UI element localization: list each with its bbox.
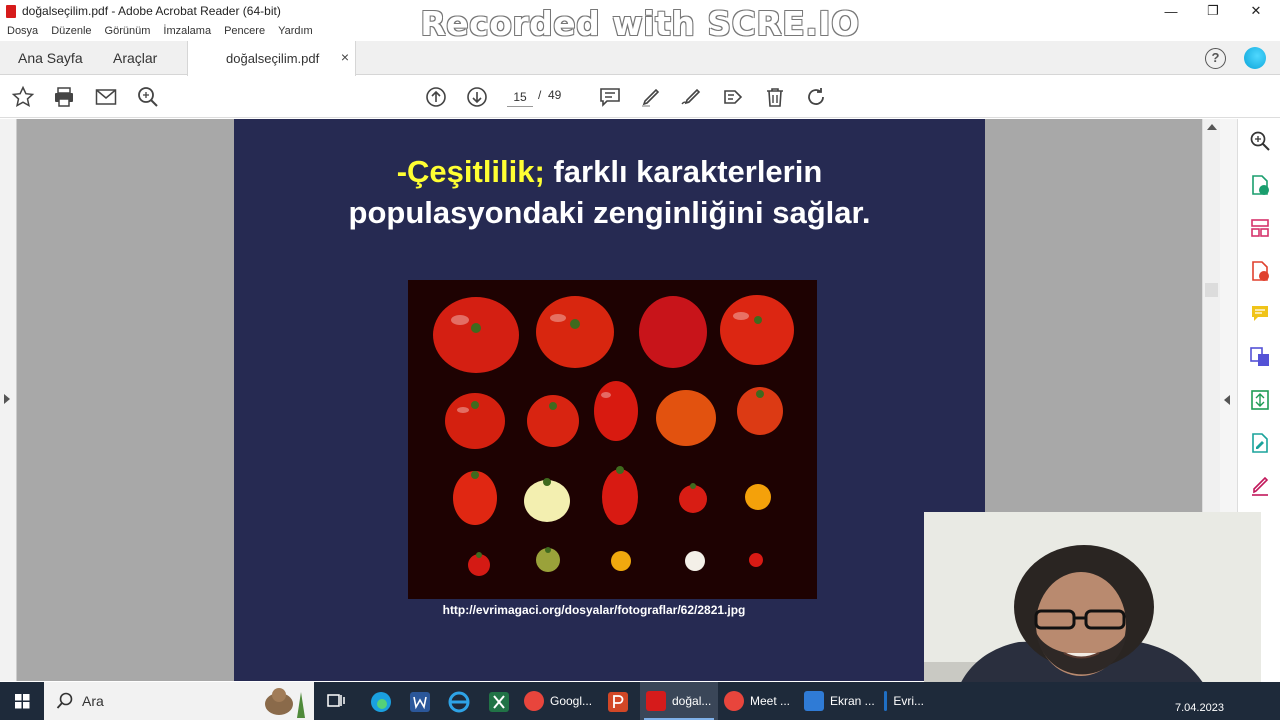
account-avatar[interactable] — [1244, 47, 1266, 69]
search-icon — [56, 692, 73, 709]
highlight-pen-icon[interactable] — [639, 85, 663, 109]
tab-document[interactable]: doğalseçilim.pdf × — [187, 41, 356, 76]
word-app-icon[interactable] — [409, 691, 431, 713]
pdf-page-slide: -Çeşitlilik; farklı karakterlerin popula… — [234, 119, 985, 681]
slide-title-highlight: -Çeşitlilik; — [396, 154, 545, 189]
stamp-icon[interactable] — [721, 85, 745, 109]
windows-taskbar: Ara Googl... doğal... Meet ... Ekran ...… — [0, 682, 1280, 720]
taskbar-search-label: Ara — [82, 693, 104, 709]
taskbar-app-acrobat[interactable]: doğal... — [640, 682, 718, 720]
export-pdf-icon[interactable] — [1249, 174, 1271, 196]
taskbar-app-evrim[interactable]: Evri... — [884, 682, 924, 720]
toolbar: 15 / 49 — [0, 76, 1280, 118]
rotate-icon[interactable] — [804, 85, 828, 109]
close-window-button[interactable]: ✕ — [1236, 0, 1276, 22]
tab-tools[interactable]: Araçlar — [113, 41, 157, 75]
internet-explorer-icon[interactable] — [448, 691, 470, 713]
zoom-icon[interactable] — [1249, 130, 1271, 152]
menu-yardim[interactable]: Yardım — [278, 25, 313, 37]
task-view-icon[interactable] — [326, 691, 346, 711]
taskbar-search[interactable]: Ara — [44, 682, 314, 720]
email-icon[interactable] — [94, 85, 118, 109]
page-number-input[interactable]: 15 — [507, 87, 533, 107]
menu-dosya[interactable]: Dosya — [7, 25, 38, 37]
taskbar-app-ekran[interactable]: Ekran ... — [804, 682, 878, 720]
document-tab-label: doğalseçilim.pdf — [226, 51, 320, 66]
windows-start-icon[interactable] — [0, 682, 44, 720]
tomato-varieties-photo — [408, 280, 817, 599]
scrollbar-thumb[interactable] — [1205, 283, 1218, 297]
expand-left-panel-icon[interactable] — [4, 394, 10, 404]
powerpoint-app-icon[interactable] — [607, 691, 629, 713]
taskbar-app-meet[interactable]: Meet ... — [724, 682, 798, 720]
image-source-caption[interactable]: http://evrimagaci.org/dosyalar/fotografl… — [234, 603, 954, 617]
organize-pages-icon[interactable] — [1249, 217, 1271, 239]
excel-app-icon[interactable] — [488, 691, 510, 713]
slide-title-line1: farklı karakterlerin — [544, 154, 823, 189]
comment-tool-icon[interactable] — [1249, 303, 1271, 325]
acrobat-icon — [646, 691, 666, 711]
page-total: 49 — [548, 88, 562, 102]
taskbar-app-chrome-google[interactable]: Googl... — [524, 682, 606, 720]
menu-gorunum[interactable]: Görünüm — [105, 25, 151, 37]
slide-title-line2: populasyondaki zenginliğini sağlar. — [348, 195, 871, 230]
combine-files-icon[interactable] — [1249, 346, 1271, 368]
image-viewer-icon — [884, 691, 888, 711]
menu-duzenle[interactable]: Düzenle — [51, 25, 91, 37]
help-button[interactable]: ? — [1205, 48, 1226, 69]
menu-bar: Dosya Düzenle Görünüm İmzalama Pencere Y… — [0, 22, 319, 40]
close-tab-button[interactable]: × — [341, 49, 349, 65]
search-highlight-illustration — [265, 688, 305, 718]
menu-imzalama[interactable]: İmzalama — [163, 25, 211, 37]
search-icon[interactable] — [136, 85, 160, 109]
next-page-icon[interactable] — [465, 85, 489, 109]
sign-icon[interactable] — [680, 85, 704, 109]
taskbar-app-label: Ekran ... — [830, 694, 875, 708]
delete-icon[interactable] — [763, 85, 787, 109]
create-pdf-icon[interactable] — [1249, 260, 1271, 282]
screen-recorder-icon — [804, 691, 824, 711]
print-icon[interactable] — [52, 85, 76, 109]
minimize-button[interactable]: — — [1151, 0, 1191, 22]
taskbar-app-label: Evri... — [893, 694, 924, 708]
comment-icon[interactable] — [598, 85, 622, 109]
tab-home[interactable]: Ana Sayfa — [18, 41, 83, 75]
taskbar-app-label: Meet ... — [750, 694, 791, 708]
scroll-up-icon[interactable] — [1207, 124, 1217, 130]
tab-row: Ana Sayfa Araçlar doğalseçilim.pdf × — [0, 41, 1280, 76]
collapse-right-pane-icon[interactable] — [1224, 395, 1230, 405]
taskbar-date[interactable]: 7.04.2023 — [1175, 702, 1224, 714]
slide-title: -Çeşitlilik; farklı karakterlerin popula… — [234, 151, 985, 233]
compress-pdf-icon[interactable] — [1249, 389, 1271, 411]
chrome-icon — [524, 691, 544, 711]
star-icon[interactable] — [11, 85, 35, 109]
chrome-icon — [724, 691, 744, 711]
fill-sign-icon[interactable] — [1249, 475, 1271, 497]
menu-pencere[interactable]: Pencere — [224, 25, 265, 37]
restore-button[interactable]: ❐ — [1193, 0, 1233, 22]
taskbar-app-label: Googl... — [550, 694, 593, 708]
edge-browser-icon[interactable] — [370, 691, 392, 713]
previous-page-icon[interactable] — [424, 85, 448, 109]
page-separator: / — [538, 88, 542, 102]
edit-pdf-icon[interactable] — [1249, 432, 1271, 454]
webcam-overlay — [924, 512, 1261, 701]
taskbar-app-label: doğal... — [672, 694, 712, 708]
